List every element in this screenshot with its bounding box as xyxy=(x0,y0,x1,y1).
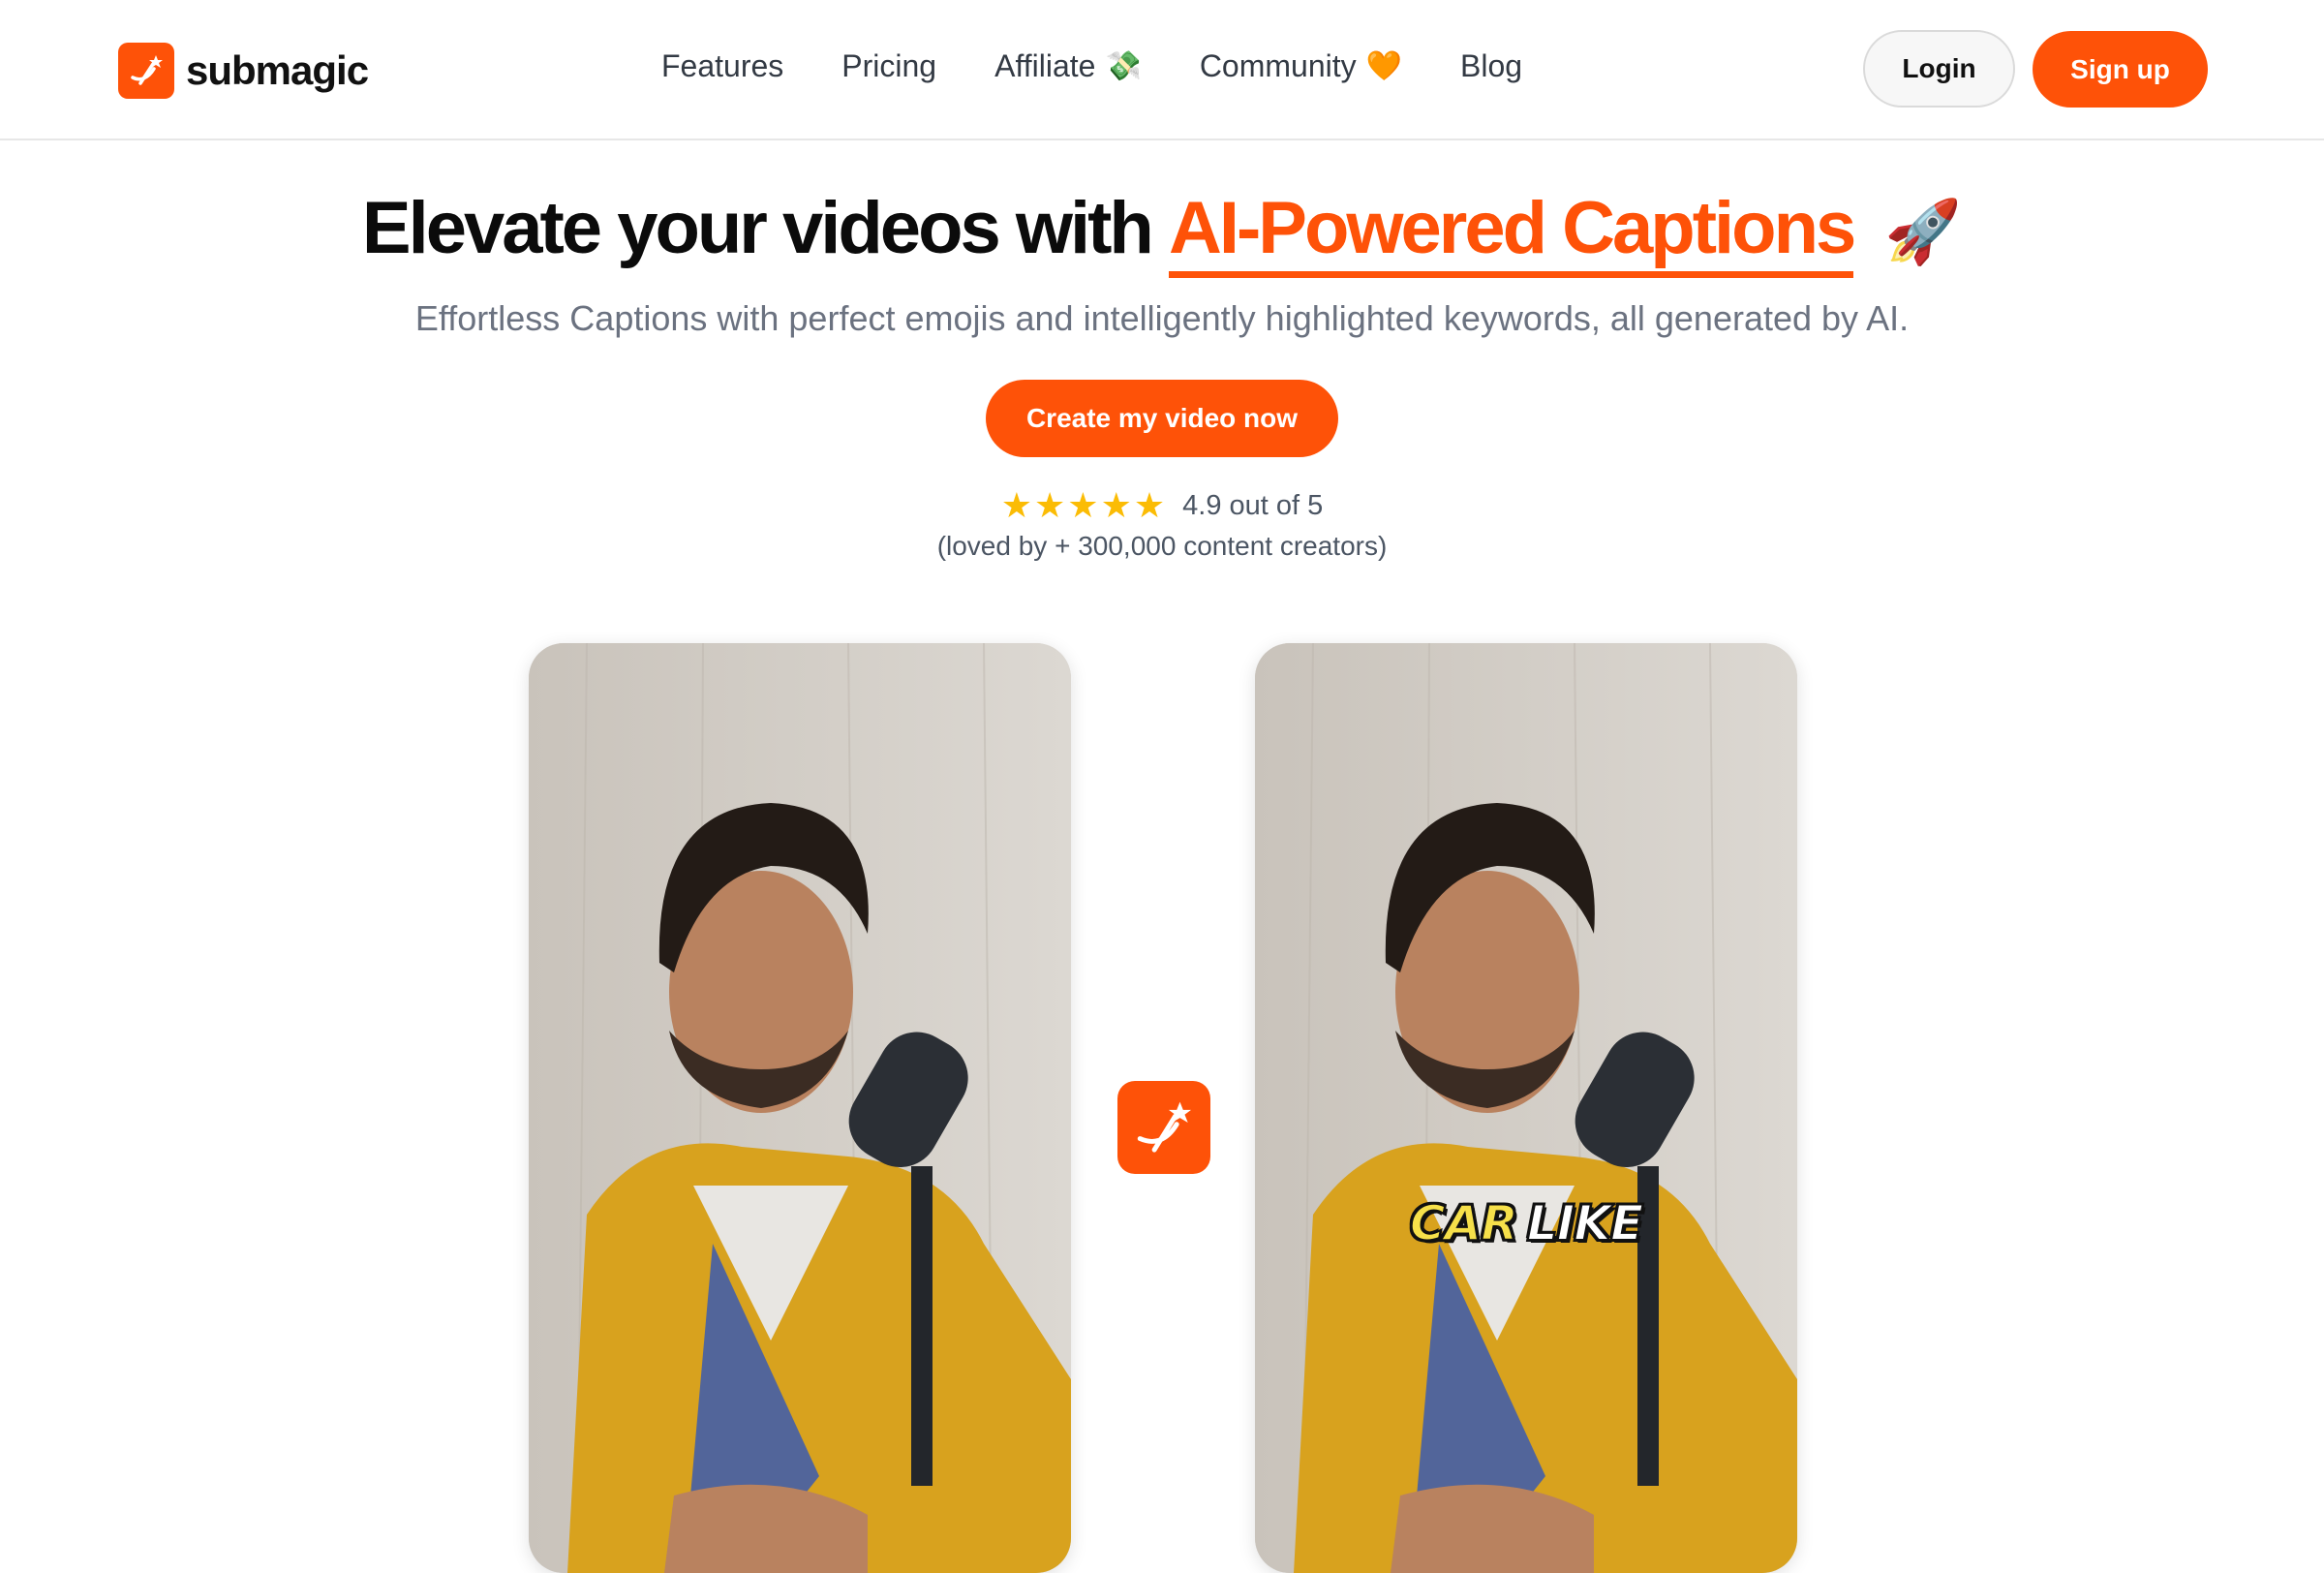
create-video-button[interactable]: Create my video now xyxy=(986,380,1338,457)
rocket-icon: 🚀 xyxy=(1884,197,1963,266)
nav-features[interactable]: Features xyxy=(661,48,783,84)
nav-community[interactable]: Community 🧡 xyxy=(1200,48,1402,84)
podcast-host-image xyxy=(529,643,1071,1573)
star-icon: ★ xyxy=(1067,485,1099,525)
video-caption: CAR LIKE xyxy=(1255,1194,1797,1252)
main-nav: Features Pricing Affiliate 💸 Community 🧡… xyxy=(661,48,1580,84)
hero-subtitle: Effortless Captions with perfect emojis … xyxy=(414,298,1910,338)
nav-pricing-label: Pricing xyxy=(841,48,937,83)
signup-button[interactable]: Sign up xyxy=(2033,31,2208,108)
nav-blog-label: Blog xyxy=(1459,48,1523,83)
hero-title-accent: AI-Powered Captions xyxy=(1168,190,1856,278)
video-after[interactable]: CAR LIKE xyxy=(1255,643,1797,1573)
star-icon: ★ xyxy=(1000,485,1033,525)
site-header: submagic Features Pricing Affiliate 💸 Co… xyxy=(0,0,2324,140)
nav-affiliate[interactable]: Affiliate 💸 xyxy=(994,48,1142,84)
nav-community-label: Community xyxy=(1199,48,1357,83)
magic-wand-icon xyxy=(118,43,174,99)
nav-blog[interactable]: Blog xyxy=(1460,48,1522,84)
hero-title: Elevate your videos with AI-Powered Capt… xyxy=(0,186,2324,278)
video-before[interactable] xyxy=(529,643,1071,1573)
podcast-host-image xyxy=(1255,643,1797,1573)
nav-affiliate-label: Affiliate xyxy=(994,48,1096,83)
magic-wand-icon xyxy=(1117,1081,1210,1174)
loved-by-text: (loved by + 300,000 content creators) xyxy=(936,531,1388,561)
rating: ★ ★ ★ ★ ★ 4.9 out of 5 xyxy=(0,488,2324,523)
money-icon: 💸 xyxy=(1105,50,1142,82)
caption-word: LIKE xyxy=(1526,1194,1644,1252)
star-icon: ★ xyxy=(1034,485,1066,525)
login-button[interactable]: Login xyxy=(1863,30,2015,108)
caption-highlight-word: CAR xyxy=(1409,1194,1519,1252)
heart-icon: 🧡 xyxy=(1365,50,1402,82)
star-icon: ★ xyxy=(1100,485,1132,525)
hero-title-prefix: Elevate your videos with xyxy=(361,187,1154,269)
rating-stars: ★ ★ ★ ★ ★ xyxy=(1001,488,1167,523)
star-icon: ★ xyxy=(1133,485,1166,525)
brand-name: submagic xyxy=(186,47,369,93)
rating-text: 4.9 out of 5 xyxy=(1182,489,1324,521)
nav-pricing[interactable]: Pricing xyxy=(841,48,936,84)
brand-logo[interactable]: submagic xyxy=(118,43,369,99)
nav-features-label: Features xyxy=(661,48,784,83)
